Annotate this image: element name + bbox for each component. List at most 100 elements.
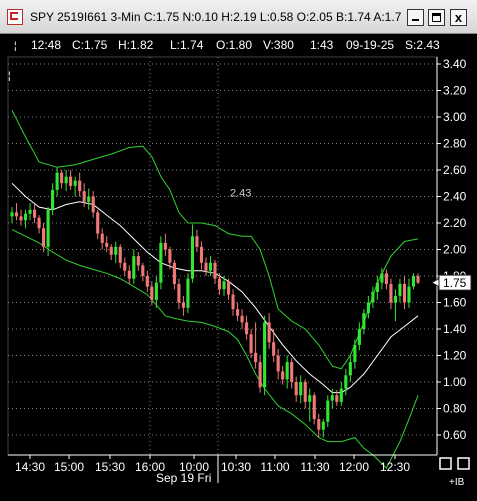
candle-body	[384, 273, 388, 284]
candle-body	[380, 273, 384, 283]
candle-body	[10, 212, 14, 217]
info-open: O:1.80	[216, 38, 252, 52]
candle-body	[299, 382, 303, 396]
x-tick-label: 15:30	[95, 460, 125, 474]
x-tick-label: 12:00	[339, 460, 369, 474]
minimize-icon	[412, 19, 419, 21]
maximize-button[interactable]	[428, 9, 445, 26]
candle-body	[91, 196, 95, 213]
candle-body	[14, 212, 19, 217]
candle-body	[87, 196, 91, 202]
info-date: 09-19-25	[346, 38, 394, 52]
candle-body	[213, 262, 217, 279]
price-chart[interactable]: 3.403.203.002.802.602.402.202.001.801.60…	[0, 34, 477, 496]
candle-body	[339, 388, 343, 402]
candle-body	[150, 286, 154, 300]
x-tick-label: 12:30	[380, 460, 410, 474]
candle-body	[272, 342, 276, 356]
candle-body	[222, 281, 226, 290]
title-bar[interactable]: SPY 2519I661 3-Min C:1.75 N:0.10 H:2.19 …	[0, 0, 477, 34]
candle-body	[217, 278, 222, 290]
candle-body	[263, 322, 267, 388]
y-tick-label: 0.60	[443, 428, 467, 442]
candle-body	[19, 216, 23, 221]
candle-body	[398, 283, 402, 296]
close-button[interactable]: x	[450, 9, 467, 26]
candle-body	[258, 362, 262, 388]
info-high: H:1.82	[118, 38, 154, 52]
chart-area[interactable]: 3.403.203.002.802.602.402.202.001.801.60…	[0, 34, 477, 496]
candle-body	[190, 236, 195, 279]
candle-body	[267, 322, 271, 343]
candle-body	[114, 246, 118, 255]
candle-body	[312, 395, 316, 420]
candle-body	[344, 375, 348, 389]
candle-body	[393, 295, 398, 303]
candle-body	[245, 322, 249, 335]
maximize-icon	[432, 13, 441, 22]
candle-body	[335, 395, 339, 402]
candle-body	[82, 191, 86, 202]
candle-body	[411, 276, 416, 287]
candle-body	[371, 291, 375, 303]
x-tick-label: 14:30	[15, 460, 45, 474]
annotation-label: 2.43	[230, 188, 251, 200]
candle-body	[64, 176, 68, 184]
candle-body	[28, 209, 32, 214]
candle-body	[402, 283, 407, 303]
date-label: Sep 19 Fri	[156, 471, 211, 485]
x-tick-label: 11:30	[300, 460, 329, 474]
candle-body	[51, 189, 55, 210]
info-marker: ¦	[14, 41, 17, 52]
candle-body	[159, 242, 163, 283]
candle-body	[330, 395, 334, 401]
y-tick-label: 2.60	[443, 163, 467, 177]
zoom-in-box-icon[interactable]	[457, 457, 470, 470]
candle-body	[416, 276, 420, 283]
y-tick-label: 1.20	[443, 349, 467, 363]
zoom-out-box-icon[interactable]	[439, 457, 452, 470]
x-tick-label: 10:30	[221, 460, 251, 474]
y-tick-label: 2.40	[443, 190, 467, 204]
candle-body	[73, 180, 77, 186]
candle-body	[42, 228, 46, 247]
x-tick-label: 11:00	[260, 460, 289, 474]
candle-body	[32, 209, 37, 218]
candle-body	[366, 302, 370, 314]
candle-body	[317, 419, 321, 430]
info-strike: S:2.43	[405, 38, 440, 52]
minimize-button[interactable]	[407, 9, 424, 26]
candle-body	[204, 262, 208, 271]
candle-body	[105, 242, 109, 247]
candle-body	[326, 400, 330, 422]
y-tick-label: 0.80	[443, 402, 467, 416]
candle-body	[226, 281, 231, 295]
window-title: SPY 2519I661 3-Min C:1.75 N:0.10 H:2.19 …	[30, 10, 402, 24]
candle-body	[78, 180, 82, 192]
y-tick-label: 1.00	[443, 375, 467, 389]
candle-body	[37, 217, 41, 229]
candle-body	[168, 249, 172, 263]
app-icon[interactable]	[7, 9, 23, 25]
y-tick-label: 2.00	[443, 243, 467, 257]
y-tick-label: 3.00	[443, 110, 467, 124]
candle-body	[249, 334, 253, 353]
candle-body	[46, 209, 50, 247]
info-time: 12:48	[31, 38, 61, 52]
chart-window: SPY 2519I661 3-Min C:1.75 N:0.10 H:2.19 …	[0, 0, 477, 496]
candle-body	[172, 262, 176, 284]
candle-body	[141, 265, 145, 276]
info-marker-2: ¦	[8, 71, 11, 82]
last-price-tag: 1.75	[430, 274, 472, 291]
candle-body	[276, 355, 280, 372]
candle-body	[235, 309, 240, 316]
y-tick-label: 3.40	[443, 57, 467, 71]
candle-body	[353, 344, 357, 363]
y-tick-label: 1.60	[443, 296, 467, 310]
candle-body	[55, 172, 59, 190]
info-volume: V:380	[263, 38, 294, 52]
candle-body	[240, 315, 244, 323]
candle-body	[109, 246, 113, 255]
candle-up	[159, 236, 163, 290]
candle-body	[321, 421, 325, 430]
